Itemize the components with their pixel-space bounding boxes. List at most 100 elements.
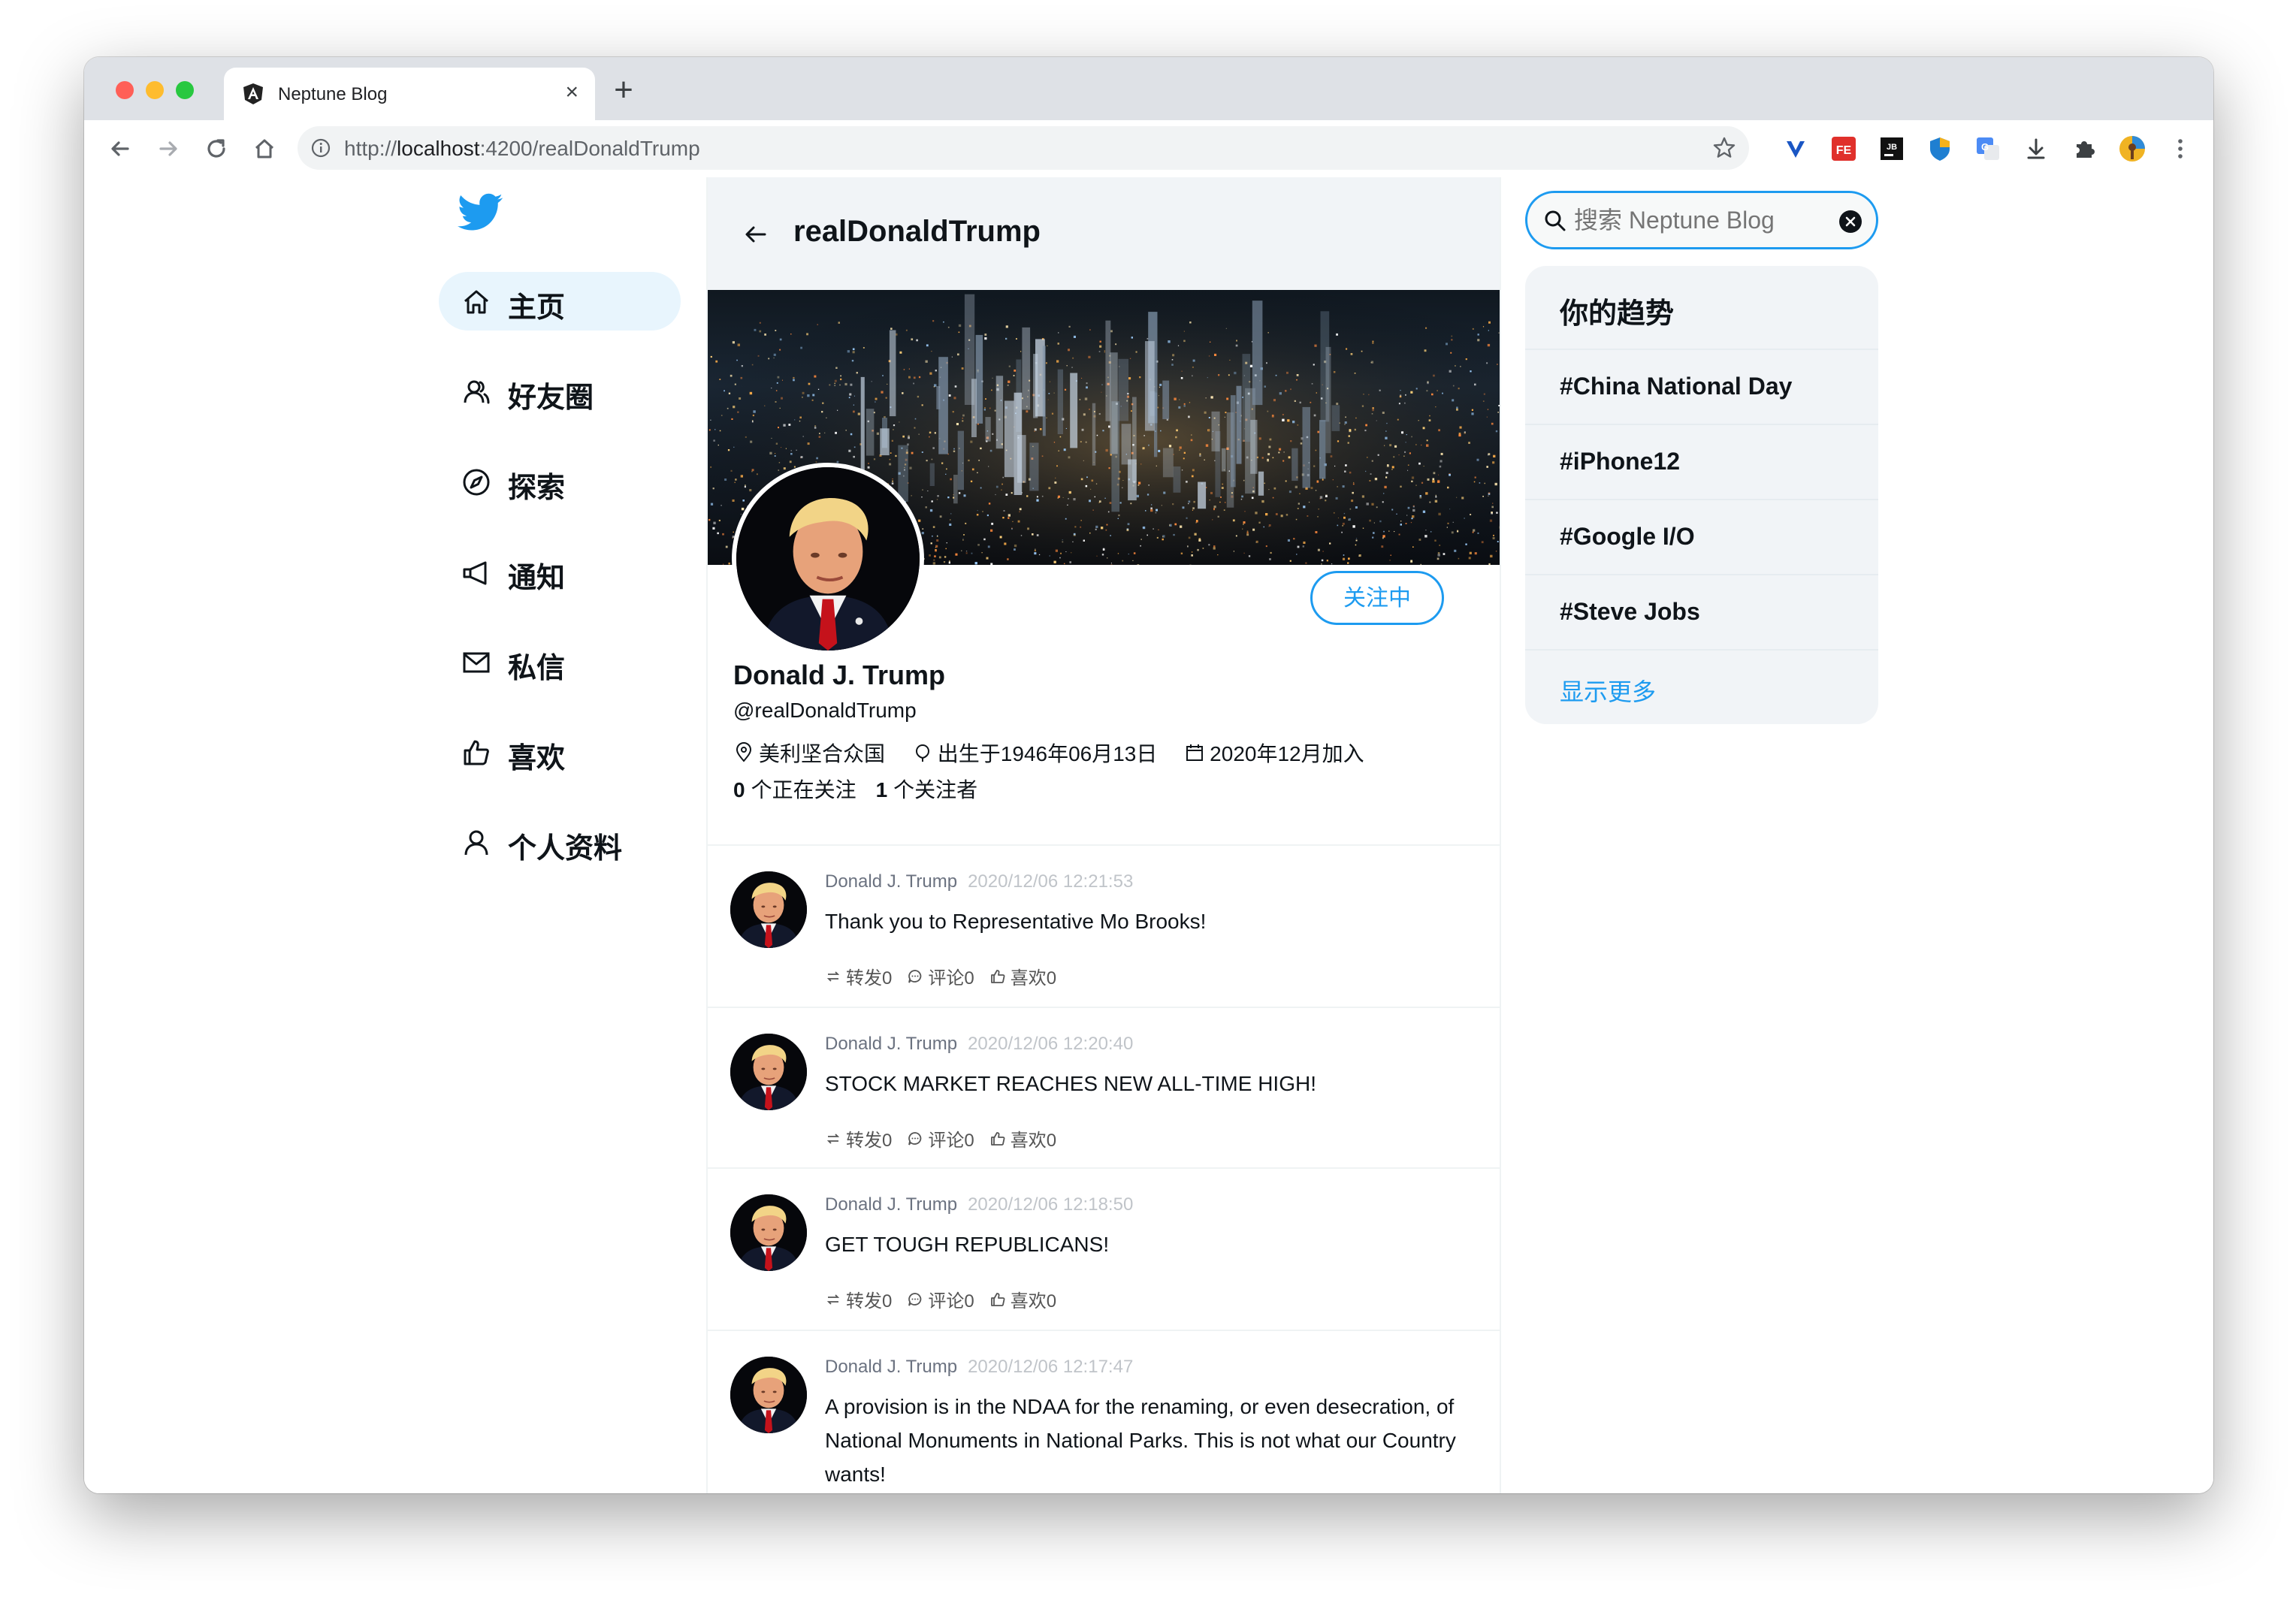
comment-action[interactable]: 评论0 [907, 1125, 974, 1152]
tweet-author[interactable]: Donald J. Trump [825, 1194, 957, 1215]
nav-item-likes[interactable]: 喜欢 [439, 723, 681, 781]
back-arrow-icon[interactable] [741, 219, 771, 249]
new-tab-button[interactable]: + [603, 68, 645, 113]
nav-item-profile[interactable]: 个人资料 [439, 813, 681, 871]
search-input[interactable] [1574, 207, 1829, 234]
reload-icon[interactable] [201, 134, 231, 164]
bookmark-star-icon[interactable] [1711, 135, 1737, 161]
tweet-avatar[interactable] [730, 871, 807, 948]
tweet-author[interactable]: Donald J. Trump [825, 871, 957, 892]
svg-text:FE: FE [1836, 144, 1852, 157]
nav-item-explore[interactable]: 探索 [439, 452, 681, 511]
retweet-icon [826, 1294, 840, 1305]
tweet-avatar[interactable] [730, 1034, 807, 1110]
trend-label[interactable]: #Steve Jobs [1560, 598, 1700, 626]
extension-jetbrains-icon[interactable]: JB [1877, 134, 1907, 164]
retweet-label: 转发0 [846, 968, 893, 989]
like-action[interactable]: 喜欢0 [989, 963, 1056, 989]
tweet-avatar[interactable] [730, 1357, 807, 1433]
tweet-time: 2020/12/06 12:17:47 [968, 1357, 1134, 1377]
comment-icon [908, 1292, 922, 1306]
trend-label[interactable]: #China National Day [1560, 373, 1792, 400]
tweet-author[interactable]: Donald J. Trump [825, 1034, 957, 1054]
balloon-icon [915, 744, 929, 762]
nav-item-friends[interactable]: 好友圈 [439, 362, 681, 421]
clear-search-icon[interactable] [1838, 210, 1862, 234]
retweet-action[interactable]: 转发0 [825, 963, 892, 989]
following-button[interactable]: 关注中 [1310, 571, 1444, 625]
profile-avatar-icon[interactable] [2117, 134, 2147, 164]
url-text[interactable]: http://localhost:4200/realDonaldTrump [344, 137, 700, 161]
tweet-item[interactable]: Donald J. Trump 2020/12/06 12:17:47 A pro… [708, 1331, 1500, 1493]
browser-window: Neptune Blog × + http://localhost:4200/r… [84, 57, 2213, 1493]
profile-joined-date: 2020年12月加入 [1210, 742, 1364, 765]
comment-icon [908, 969, 922, 983]
tweet-avatar-image [730, 1194, 807, 1271]
close-tab-icon[interactable]: × [565, 80, 579, 105]
browser-tab[interactable]: Neptune Blog × [224, 68, 595, 120]
nav-item-notifications[interactable]: 通知 [439, 542, 681, 601]
tweet-text: Thank you to Representative Mo Brooks! [825, 910, 1207, 933]
close-window-button[interactable] [116, 81, 134, 99]
svg-text:JB: JB [1887, 143, 1897, 152]
like-label: 喜欢0 [1010, 1131, 1057, 1151]
nav-item-home[interactable]: 主页 [439, 272, 681, 331]
followers-label[interactable]: 个关注者 [893, 778, 977, 802]
tweet-item[interactable]: Donald J. Trump 2020/12/06 12:21:53 Thank… [708, 846, 1500, 1007]
thumbs-up-icon [464, 740, 489, 765]
show-more-row[interactable]: 显示更多 [1525, 649, 1878, 724]
maximize-window-button[interactable] [176, 81, 194, 99]
comment-action[interactable]: 评论0 [907, 963, 974, 989]
followers-count[interactable]: 1 [876, 778, 888, 802]
retweet-action[interactable]: 转发0 [825, 1286, 892, 1312]
like-label: 喜欢0 [1010, 968, 1057, 989]
home-button-icon[interactable] [249, 134, 279, 164]
trend-label[interactable]: #Google I/O [1560, 523, 1695, 551]
profile-header-title: realDonaldTrump [793, 215, 1041, 248]
tweet-text: GET TOUGH REPUBLICANS! [825, 1233, 1110, 1256]
tab-strip: Neptune Blog × + [84, 57, 2213, 120]
like-thumb-icon [990, 1131, 1005, 1146]
back-icon[interactable] [105, 134, 135, 164]
comment-action[interactable]: 评论0 [907, 1286, 974, 1312]
tweet-avatar[interactable] [730, 1194, 807, 1271]
info-icon[interactable] [311, 138, 331, 158]
trend-item[interactable]: #Steve Jobs [1525, 574, 1878, 651]
retweet-label: 转发0 [846, 1291, 893, 1312]
tweet-author[interactable]: Donald J. Trump [825, 1357, 957, 1377]
show-more-link[interactable]: 显示更多 [1560, 673, 1656, 708]
page-content: 主页 好友圈 探索 通知 私信 喜欢 个人资料 realDonaldTrump … [84, 177, 2213, 1493]
compass-icon [463, 469, 490, 496]
extension-shield-icon[interactable] [1925, 134, 1955, 164]
extension-fe-icon[interactable]: FE [1829, 134, 1859, 164]
search-box[interactable] [1525, 191, 1878, 249]
download-icon[interactable] [2021, 134, 2051, 164]
like-label: 喜欢0 [1010, 1291, 1057, 1312]
trend-label[interactable]: #iPhone12 [1560, 448, 1680, 475]
tweet-item[interactable]: Donald J. Trump 2020/12/06 12:20:40 STOCK… [708, 1008, 1500, 1167]
twitter-bird-logo-icon[interactable] [455, 189, 506, 234]
retweet-action[interactable]: 转发0 [825, 1125, 892, 1152]
extension-v-icon[interactable] [1781, 134, 1811, 164]
forward-icon[interactable] [153, 134, 183, 164]
tweet-text: STOCK MARKET REACHES NEW ALL-TIME HIGH! [825, 1072, 1316, 1095]
profile-stats: 0 个正在关注 1 个关注者 [733, 774, 977, 804]
extension-translate-icon[interactable]: G [1973, 134, 2003, 164]
svg-text:G: G [1981, 141, 1989, 152]
tweet-item[interactable]: Donald J. Trump 2020/12/06 12:18:50 GET T… [708, 1169, 1500, 1330]
following-count[interactable]: 0 [733, 778, 745, 802]
extensions-puzzle-icon[interactable] [2069, 134, 2099, 164]
trend-item[interactable]: #Google I/O [1525, 499, 1878, 575]
trend-item[interactable]: #China National Day [1525, 349, 1878, 425]
nav-item-messages[interactable]: 私信 [439, 632, 681, 691]
nav-label: 私信 [508, 653, 566, 684]
address-bar[interactable]: http://localhost:4200/realDonaldTrump [298, 126, 1749, 170]
minimize-window-button[interactable] [146, 81, 164, 99]
trends-panel: 你的趋势 #China National Day #iPhone12 #Goog… [1525, 266, 1878, 724]
like-action[interactable]: 喜欢0 [989, 1125, 1056, 1152]
like-action[interactable]: 喜欢0 [989, 1286, 1056, 1312]
trend-item[interactable]: #iPhone12 [1525, 424, 1878, 500]
following-label[interactable]: 个正在关注 [751, 778, 856, 802]
comment-label: 评论0 [928, 968, 974, 989]
browser-menu-icon[interactable] [2165, 134, 2195, 164]
